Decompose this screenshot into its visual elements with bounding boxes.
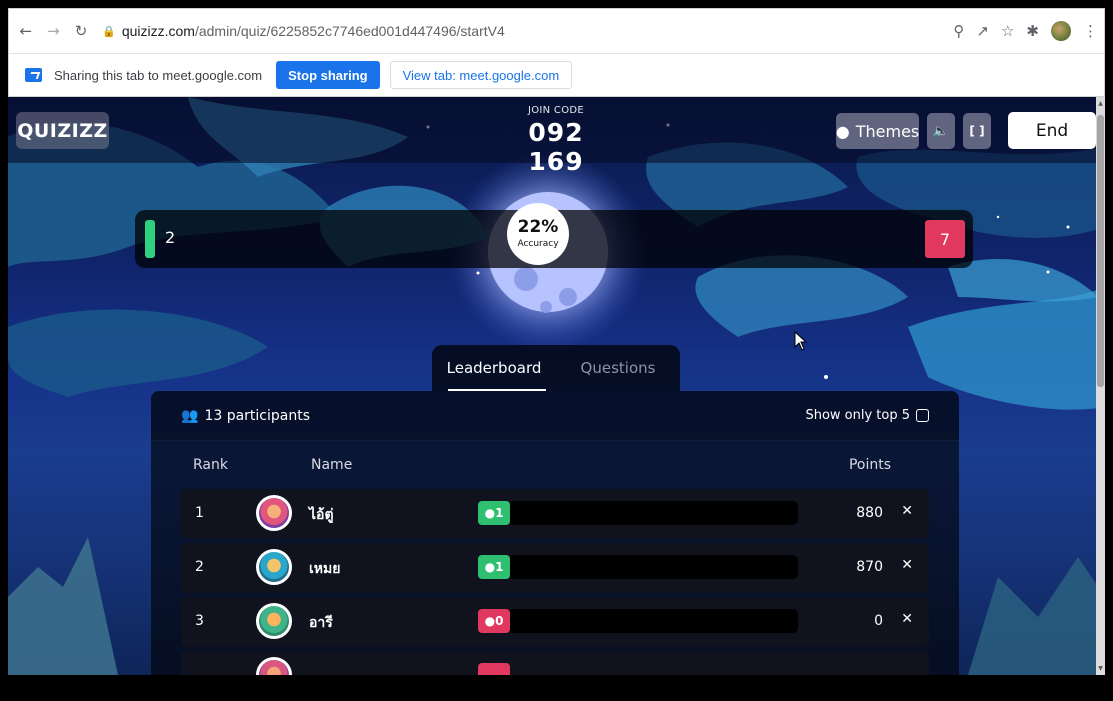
page-scrollbar[interactable]: ▲ ▼ <box>1096 97 1105 675</box>
table-row[interactable]: 1 ไอ้ตู่ ● 1 880 ✕ <box>181 489 929 539</box>
accuracy-badge: 22% Accuracy <box>507 203 569 265</box>
extensions-icon[interactable]: ✱ <box>1026 22 1039 40</box>
participants-count: 👥 13 participants <box>181 408 310 424</box>
palette-icon: ● <box>835 121 850 141</box>
address-bar[interactable]: 🔒 quizizz.com/admin/quiz/6225852c7746ed0… <box>102 16 1104 46</box>
avatar <box>256 549 292 585</box>
bookmark-star-icon[interactable]: ☆ <box>1001 22 1014 40</box>
fullscreen-icon: [ ] <box>969 124 985 138</box>
participants-text: 13 participants <box>204 407 311 424</box>
menu-kebab-icon[interactable]: ⋮ <box>1083 22 1098 40</box>
correct-count: 2 <box>165 228 176 247</box>
row-points: 0 <box>874 613 883 629</box>
streak-badge: ● 1 <box>478 555 510 579</box>
accuracy-percent: 22% <box>517 217 559 237</box>
top5-checkbox[interactable] <box>916 409 929 422</box>
row-points: 880 <box>856 505 883 521</box>
speaker-icon: 🔈 <box>932 123 950 139</box>
row-rank: 2 <box>195 559 204 575</box>
flame-icon: ● <box>484 506 496 520</box>
avatar <box>256 495 292 531</box>
progress-track <box>510 555 798 579</box>
row-points: 870 <box>856 559 883 575</box>
tab-sharing-bar: Sharing this tab to meet.google.com Stop… <box>8 53 1105 97</box>
mouse-cursor-icon <box>794 331 808 351</box>
users-icon: 👥 <box>181 407 199 424</box>
scroll-thumb[interactable] <box>1097 115 1104 387</box>
row-rank: 3 <box>195 613 204 629</box>
themes-button[interactable]: ● Themes <box>836 113 919 149</box>
table-row[interactable]: 2 เหมย ● 1 870 ✕ <box>181 543 929 593</box>
rank-header: Rank <box>193 457 228 473</box>
leaderboard-panel: 👥 13 participants Show only top 5 Rank N… <box>151 391 959 675</box>
quizizz-host-screen: QUIZIZZ JOIN CODE 092 169 ● Themes 🔈 [ ]… <box>8 97 1105 675</box>
url-text[interactable]: quizizz.com/admin/quiz/6225852c7746ed001… <box>122 23 505 39</box>
remove-player-icon[interactable]: ✕ <box>901 611 913 627</box>
leaderboard-header: 👥 13 participants Show only top 5 <box>151 391 959 441</box>
join-code-block: JOIN CODE 092 169 <box>496 105 616 176</box>
top5-toggle[interactable]: Show only top 5 <box>805 408 929 423</box>
themes-label: Themes <box>855 121 920 141</box>
correct-bar <box>145 220 155 258</box>
stop-sharing-button[interactable]: Stop sharing <box>276 61 380 89</box>
forward-icon[interactable]: → <box>43 20 65 42</box>
end-button[interactable]: End <box>1008 112 1096 149</box>
back-icon[interactable]: ← <box>15 20 37 42</box>
leaderboard-columns: Rank Name Points <box>151 441 959 489</box>
flame-icon: ● <box>484 560 496 574</box>
incorrect-count: 7 <box>925 220 965 258</box>
scroll-up-icon[interactable]: ▲ <box>1096 99 1105 108</box>
streak-badge <box>478 663 510 675</box>
progress-track <box>510 609 798 633</box>
remove-player-icon[interactable]: ✕ <box>901 557 913 573</box>
reload-icon[interactable]: ↻ <box>70 20 92 42</box>
row-name: อารี <box>309 615 333 631</box>
accuracy-label: Accuracy <box>517 239 559 249</box>
progress-track <box>510 501 798 525</box>
row-name: ไอ้ตู่ <box>309 507 334 523</box>
fullscreen-button[interactable]: [ ] <box>963 113 991 149</box>
join-code: 092 169 <box>528 118 584 176</box>
points-header: Points <box>848 457 891 473</box>
remove-player-icon[interactable]: ✕ <box>901 503 913 519</box>
zoom-icon[interactable]: ⚲ <box>953 22 964 40</box>
streak-badge: ● 1 <box>478 501 510 525</box>
scroll-down-icon[interactable]: ▼ <box>1096 664 1105 673</box>
top5-label: Show only top 5 <box>805 408 910 423</box>
share-page-icon[interactable]: ↗ <box>976 22 989 40</box>
name-header: Name <box>311 457 353 473</box>
flame-icon: ● <box>484 614 496 628</box>
tab-leaderboard[interactable]: Leaderboard <box>432 345 556 391</box>
sound-button[interactable]: 🔈 <box>927 113 955 149</box>
streak-badge: ● 0 <box>478 609 510 633</box>
browser-toolbar: ← → ↻ 🔒 quizizz.com/admin/quiz/6225852c7… <box>8 8 1105 53</box>
join-code-label: JOIN CODE <box>527 105 584 116</box>
lock-icon[interactable]: 🔒 <box>102 24 116 38</box>
avatar <box>256 603 292 639</box>
table-row[interactable] <box>181 651 929 675</box>
view-tab-button[interactable]: View tab: meet.google.com <box>389 61 573 89</box>
tab-questions[interactable]: Questions <box>556 345 680 391</box>
avatar <box>256 657 292 675</box>
row-name: เหมย <box>309 561 341 577</box>
view-tabs: Leaderboard Questions <box>432 345 680 391</box>
table-row[interactable]: 3 อารี ● 0 0 ✕ <box>181 597 929 647</box>
profile-avatar[interactable] <box>1050 21 1071 41</box>
sharing-message: Sharing this tab to meet.google.com <box>54 67 263 83</box>
quizizz-logo[interactable]: QUIZIZZ <box>16 112 109 149</box>
screen-share-icon <box>25 68 42 82</box>
row-rank: 1 <box>195 505 204 521</box>
